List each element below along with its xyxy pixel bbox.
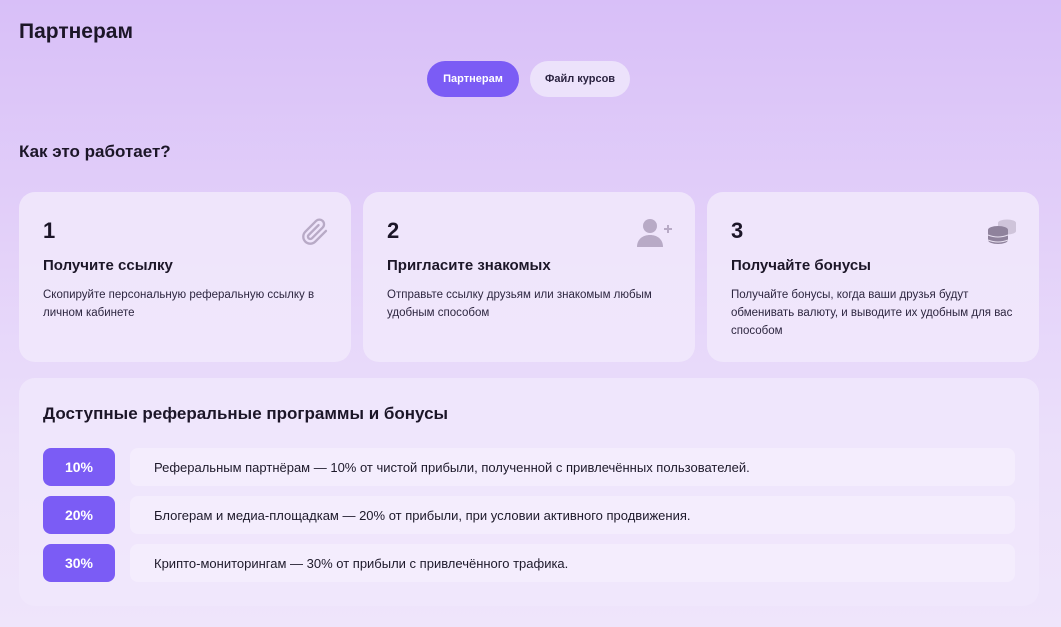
tab-partners[interactable]: Партнерам [427, 61, 519, 97]
percent-badge: 10% [43, 448, 115, 486]
program-row: 20% Блогерам и медиа-площадкам — 20% от … [43, 496, 1015, 534]
step-description: Получайте бонусы, когда ваши друзья буду… [731, 289, 1013, 337]
page-title: Партнерам [19, 20, 134, 43]
referral-programs-panel: Доступные реферальные программы и бонусы… [19, 378, 1039, 606]
step-number: 1 [43, 218, 56, 243]
step-card-get-bonuses: 3 Получайте бонусы Получайте бонусы, ког… [707, 192, 1039, 362]
step-description: Отправьте ссылку друзьям или знакомым лю… [387, 289, 652, 319]
tab-rates-file[interactable]: Файл курсов [530, 61, 630, 97]
add-user-icon [637, 218, 673, 253]
coins-icon [987, 218, 1017, 251]
programs-title: Доступные реферальные программы и бонусы [43, 404, 449, 423]
program-description: Крипто-мониторингам — 30% от прибыли с п… [130, 544, 1015, 582]
paperclip-icon [301, 218, 329, 251]
tab-bar: Партнерам Файл курсов [427, 61, 630, 97]
step-title: Получайте бонусы [731, 257, 871, 274]
program-description: Блогерам и медиа-площадкам — 20% от приб… [130, 496, 1015, 534]
percent-badge: 30% [43, 544, 115, 582]
program-row: 30% Крипто-мониторингам — 30% от прибыли… [43, 544, 1015, 582]
steps-container: 1 Получите ссылку Скопируйте персональну… [19, 192, 1039, 362]
how-it-works-title: Как это работает? [19, 142, 171, 161]
program-description: Реферальным партнёрам — 10% от чистой пр… [130, 448, 1015, 486]
step-title: Пригласите знакомых [387, 257, 551, 274]
step-number: 3 [731, 218, 744, 243]
step-title: Получите ссылку [43, 257, 173, 274]
step-number: 2 [387, 218, 400, 243]
program-list: 10% Реферальным партнёрам — 10% от чисто… [43, 448, 1015, 582]
step-card-get-link: 1 Получите ссылку Скопируйте персональну… [19, 192, 351, 362]
step-description: Скопируйте персональную реферальную ссыл… [43, 289, 315, 319]
program-row: 10% Реферальным партнёрам — 10% от чисто… [43, 448, 1015, 486]
percent-badge: 20% [43, 496, 115, 534]
step-card-invite-friends: 2 Пригласите знакомых Отправьте ссылку д… [363, 192, 695, 362]
